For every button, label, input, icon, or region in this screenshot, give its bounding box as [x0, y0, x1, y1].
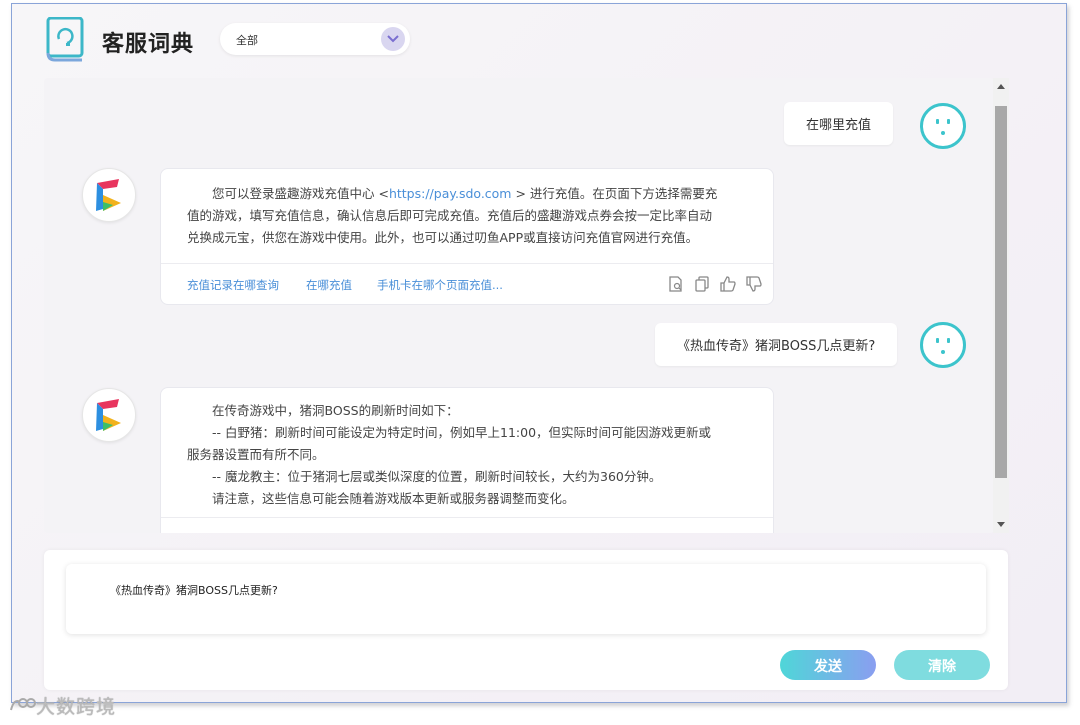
chat-history[interactable]: 在哪里充值 您可以登录盛趣游戏充值中心 <https://pay.sdo.com… [44, 78, 994, 533]
document-search-icon[interactable] [667, 275, 685, 293]
answer-text-line: 在传奇游戏中，猪洞BOSS的刷新时间如下： [212, 403, 459, 418]
scroll-up-arrow-icon[interactable] [997, 84, 1005, 89]
related-question-link[interactable]: 在哪充值 [306, 277, 352, 293]
answer-text-line: 兑换成元宝，供您在游戏中使用。此外，也可以通过叨鱼APP或直接访问充值官网进行充… [187, 230, 699, 245]
chevron-down-icon[interactable] [381, 27, 405, 51]
related-question-link[interactable]: 充值记录在哪查询 [187, 277, 279, 293]
watermark-logo-icon [8, 696, 36, 719]
message-input[interactable]: 《热血传奇》猪洞BOSS几点更新? [66, 564, 986, 634]
user-message-text: 《热血传奇》猪洞BOSS几点更新? [677, 339, 876, 354]
bot-answer-text: 您可以登录盛趣游戏充值中心 <https://pay.sdo.com > 进行充… [161, 169, 773, 259]
scroll-down-arrow-icon[interactable] [997, 522, 1005, 527]
recharge-link[interactable]: https://pay.sdo.com [389, 186, 512, 201]
watermark: 大数跨境 [8, 692, 116, 719]
bot-avatar-icon [82, 388, 136, 442]
answer-text-part: 您可以登录盛趣游戏充值中心 < [212, 186, 389, 201]
user-avatar-icon [920, 322, 966, 368]
user-message-text: 在哪里充值 [806, 118, 872, 133]
user-message: 《热血传奇》猪洞BOSS几点更新? [655, 323, 898, 366]
answer-footer: 充值记录在哪查询 在哪充值 手机卡在哪个页面充值... [161, 263, 773, 304]
send-button[interactable]: 发送 [780, 650, 876, 680]
answer-text-line: -- 魔龙教主：位于猪洞七层或类似深度的位置，刷新时间较长，大约为360分钟。 [212, 469, 662, 484]
answer-footer [161, 517, 773, 533]
user-avatar-icon [920, 103, 966, 149]
input-panel: 《热血传奇》猪洞BOSS几点更新? 发送 清除 [44, 550, 1008, 690]
scrollbar-thumb[interactable] [995, 106, 1007, 478]
answer-actions [667, 275, 763, 293]
related-question-link[interactable]: 手机卡在哪个页面充值... [377, 277, 503, 293]
page-title: 客服词典 [102, 32, 195, 57]
user-message: 在哪里充值 [784, 102, 894, 145]
dictionary-book-icon [45, 16, 85, 63]
thumbs-up-icon[interactable] [719, 275, 737, 293]
watermark-text: 大数跨境 [36, 696, 117, 718]
bot-answer-card: 您可以登录盛趣游戏充值中心 <https://pay.sdo.com > 进行充… [160, 168, 774, 305]
category-select-value: 全部 [236, 34, 258, 47]
thumbs-down-icon[interactable] [745, 275, 763, 293]
answer-text-part: > 进行充值。在页面下方选择需要充 [511, 186, 718, 201]
copy-icon[interactable] [693, 275, 711, 293]
answer-text-line: 服务器设置而有所不同。 [187, 447, 325, 462]
answer-text-line: -- 白野猪：刷新时间可能设定为特定时间，例如早上11:00，但实际时间可能因游… [212, 425, 712, 440]
bot-answer-text: 在传奇游戏中，猪洞BOSS的刷新时间如下： -- 白野猪：刷新时间可能设定为特定… [161, 388, 773, 520]
answer-text-line: 值的游戏，填写充值信息，确认信息后即可完成充值。充值后的盛趣游戏点券会按一定比率… [187, 208, 713, 223]
clear-button[interactable]: 清除 [894, 650, 990, 680]
bot-answer-card: 在传奇游戏中，猪洞BOSS的刷新时间如下： -- 白野猪：刷新时间可能设定为特定… [160, 387, 774, 533]
category-select[interactable]: 全部 [220, 23, 410, 55]
bot-avatar-icon [82, 168, 136, 222]
chat-scrollbar[interactable] [993, 78, 1009, 533]
message-input-value: 《热血传奇》猪洞BOSS几点更新? [110, 584, 278, 597]
answer-text-line: 请注意，这些信息可能会随着游戏版本更新或服务器调整而变化。 [212, 491, 575, 506]
